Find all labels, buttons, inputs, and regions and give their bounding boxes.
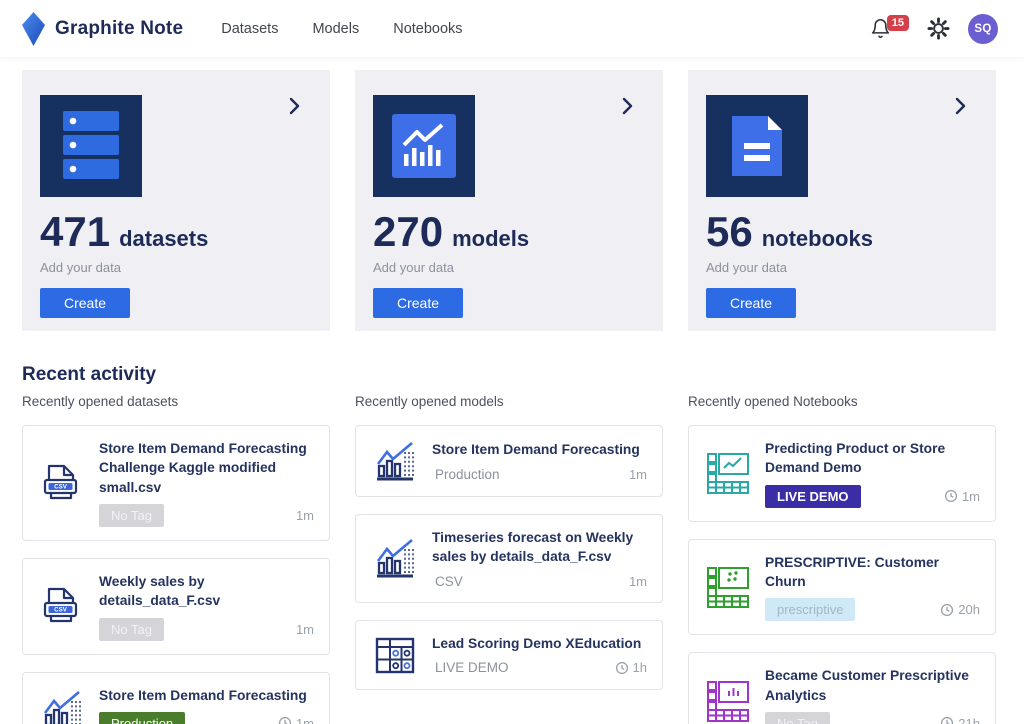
navbar-actions: 15 SQ [870, 13, 998, 44]
notebook-item[interactable]: PRESCRIPTIVE: Customer Churn prescriptiv… [688, 538, 996, 636]
item-title: Store Item Demand Forecasting Challenge … [99, 441, 307, 495]
model-item[interactable]: Lead Scoring Demo XEducation LIVE DEMO 1… [355, 619, 663, 690]
item-time: 1m [628, 466, 647, 482]
stat-cards-row: 471 datasets Add your data Create 270 mo… [22, 70, 996, 331]
model-chart-icon [371, 439, 419, 483]
models-label: models [452, 226, 530, 251]
item-title: Store Item Demand Forecasting [432, 442, 640, 458]
tag-badge: No Tag [99, 617, 164, 641]
database-stack-icon [62, 110, 120, 182]
item-title: Timeseries forecast on Weekly sales by d… [432, 530, 634, 565]
notification-count-badge: 15 [886, 15, 909, 31]
chevron-right-icon[interactable] [282, 94, 306, 123]
item-time: 1m [295, 507, 314, 523]
model-item[interactable]: Timeseries forecast on Weekly sales by d… [355, 514, 663, 603]
create-model-button[interactable]: Create [373, 288, 463, 318]
models-tile [373, 95, 475, 197]
recent-activity-title: Recent activity [22, 364, 157, 385]
document-icon [729, 113, 785, 179]
item-time: 1h [615, 660, 647, 675]
clock-icon [941, 603, 954, 616]
tag-badge: No Tag [99, 503, 164, 527]
nav-link-notebooks[interactable]: Notebooks [393, 21, 462, 37]
nav-link-datasets[interactable]: Datasets [221, 21, 278, 37]
csv-file-icon: CSV [38, 461, 86, 505]
clock-icon [278, 717, 292, 724]
main-nav: Datasets Models Notebooks [221, 21, 462, 37]
item-title: Weekly sales by details_data_F.csv [99, 573, 221, 609]
brand-logo-diamond-icon [22, 11, 45, 46]
model-chart-icon [371, 536, 419, 580]
bar-chart-trend-icon [392, 114, 456, 178]
clock-icon [944, 490, 958, 503]
recent-notebooks-column: Recently opened Notebooks Predicting Pro… [688, 394, 996, 724]
tag-badge: Production [99, 711, 186, 724]
svg-text:CSV: CSV [54, 607, 68, 614]
item-title: Predicting Product or Store Demand Demo [765, 441, 946, 476]
notebooks-subtitle: Add your data [706, 260, 787, 275]
stat-card-datasets: 471 datasets Add your data Create [22, 70, 330, 331]
recent-datasets-column: Recently opened datasets CSV Store Item … [22, 394, 330, 724]
recent-notebooks-header: Recently opened Notebooks [688, 394, 858, 409]
item-subtitle: Production [435, 466, 500, 482]
item-time: 1m [295, 621, 314, 637]
top-navbar: Graphite Note Datasets Models Notebooks … [0, 0, 1024, 57]
item-time: 20h [940, 602, 980, 617]
clock-icon [941, 717, 954, 724]
chevron-right-icon[interactable] [615, 94, 639, 123]
datasets-subtitle: Add your data [40, 260, 121, 275]
notebooks-count: 56 [706, 208, 753, 255]
item-title: PRESCRIPTIVE: Customer Churn [765, 554, 940, 589]
recent-models-column: Recently opened models Store Item Demand… [355, 394, 663, 724]
notebook-chart-green-icon [704, 565, 752, 609]
item-time: 21h [940, 716, 980, 724]
brand[interactable]: Graphite Note [22, 11, 184, 46]
tag-badge: No Tag [765, 711, 830, 724]
create-notebook-button[interactable]: Create [706, 288, 796, 318]
tag-badge: LIVE DEMO [765, 484, 861, 508]
svg-text:CSV: CSV [54, 484, 68, 491]
item-title: Store Item Demand Forecasting [99, 687, 307, 703]
csv-file-icon: CSV [38, 584, 86, 628]
item-time: 1m [628, 573, 647, 589]
item-time: 1m [278, 716, 314, 724]
item-title: Lead Scoring Demo XEducation [432, 635, 642, 651]
model-chart-icon [38, 688, 86, 724]
brand-name: Graphite Note [55, 17, 184, 39]
datasets-tile [40, 95, 142, 197]
nav-link-models[interactable]: Models [312, 21, 359, 37]
notebook-item[interactable]: Predicting Product or Store Demand Demo … [688, 425, 996, 522]
tag-badge: prescriptive [765, 598, 856, 622]
notebook-chart-teal-icon [704, 451, 752, 495]
notebook-chart-purple-icon [704, 679, 752, 723]
item-subtitle: LIVE DEMO [435, 660, 509, 676]
models-count: 270 [373, 208, 444, 255]
stat-card-notebooks: 56 notebooks Add your data Create [688, 70, 996, 331]
models-subtitle: Add your data [373, 260, 454, 275]
recent-datasets-header: Recently opened datasets [22, 394, 179, 409]
user-avatar[interactable]: SQ [968, 13, 998, 44]
item-subtitle: CSV [435, 573, 463, 589]
datasets-label: datasets [119, 226, 209, 251]
gear-icon [927, 17, 950, 40]
settings-button[interactable] [927, 17, 950, 40]
create-dataset-button[interactable]: Create [40, 288, 130, 318]
dataset-item[interactable]: CSV Weekly sales by details_data_F.csv N… [22, 557, 330, 655]
clock-icon [615, 661, 628, 674]
stat-card-models: 270 models Add your data Create [355, 70, 663, 331]
recent-models-header: Recently opened models [355, 394, 504, 409]
notifications-button[interactable]: 15 [870, 15, 909, 40]
notebooks-tile [706, 95, 808, 197]
chevron-right-icon[interactable] [948, 94, 972, 123]
notebooks-label: notebooks [761, 226, 873, 251]
grid-table-icon [371, 634, 419, 676]
notebook-item[interactable]: Became Customer Prescriptive Analytics N… [688, 652, 996, 724]
item-time: 1m [944, 489, 980, 504]
dataset-item[interactable]: Store Item Demand Forecasting Production… [22, 671, 330, 724]
datasets-count: 471 [40, 208, 111, 255]
item-title: Became Customer Prescriptive Analytics [765, 668, 969, 703]
dataset-item[interactable]: CSV Store Item Demand Forecasting Challe… [22, 425, 330, 541]
model-item[interactable]: Store Item Demand Forecasting Production… [355, 425, 663, 497]
